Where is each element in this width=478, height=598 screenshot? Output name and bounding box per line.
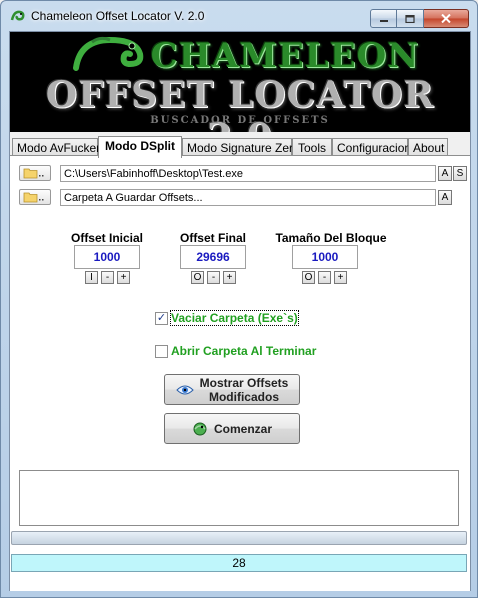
mostrar-offsets-label: Mostrar Offsets Modificados [200,376,289,404]
file-s-button[interactable]: S [453,166,467,181]
offset-inicial-i-button[interactable]: I [85,271,98,284]
comenzar-label: Comenzar [213,421,272,436]
minimize-icon [379,19,388,22]
close-button[interactable] [424,9,469,28]
tamano-bloque-label: Tamaño Del Bloque [275,231,387,245]
browse-folder-button[interactable] [19,189,51,205]
eye-icon [175,385,194,394]
folder-icon [23,168,44,179]
offset-final-input[interactable]: 29696 [180,245,246,269]
mostrar-offsets-button[interactable]: Mostrar Offsets Modificados [164,374,300,405]
log-output-area[interactable] [19,470,459,526]
app-window: Chameleon Offset Locator V. 2.0 CHAMELEO… [0,0,478,598]
file-path-field[interactable]: C:\Users\Fabinhoff\Desktop\Test.exe [60,165,436,182]
offset-inicial-minus-button[interactable]: - [101,271,114,284]
offset-inicial-plus-button[interactable]: + [117,271,130,284]
folder-icon [23,192,44,203]
maximize-icon [405,14,415,23]
offset-final-minus-button[interactable]: - [207,271,220,284]
progress-bar [11,531,467,545]
abrir-carpeta-option[interactable]: Abrir Carpeta Al Terminar [155,344,316,358]
offset-final-label: Offset Final [179,231,246,245]
offset-inicial-label: Offset Inicial [70,231,144,245]
banner-title-line1: CHAMELEON [150,36,420,76]
status-counter: 28 [11,554,467,572]
offset-final-plus-button[interactable]: + [223,271,236,284]
folder-a-button[interactable]: A [438,190,452,205]
dsplit-panel: C:\Users\Fabinhoff\Desktop\Test.exe A S … [10,155,470,591]
banner-subtitle: BUSCADOR DE OFFSETS [150,115,330,126]
close-icon [441,14,451,23]
offset-inicial-input[interactable]: 1000 [74,245,140,269]
abrir-carpeta-checkbox[interactable] [155,344,168,358]
tab-modo-dsplit[interactable]: Modo DSplit [98,136,182,158]
vaciar-carpeta-option[interactable]: ✓ Vaciar Carpeta (Exe`s) [155,310,299,326]
window-title: Chameleon Offset Locator V. 2.0 [31,9,205,23]
tamano-bloque-o-button[interactable]: O [302,271,315,284]
tamano-bloque-plus-button[interactable]: + [334,271,347,284]
vaciar-carpeta-checkbox[interactable]: ✓ [155,311,168,325]
abrir-carpeta-label[interactable]: Abrir Carpeta Al Terminar [171,344,316,358]
tamano-bloque-minus-button[interactable]: - [318,271,331,284]
file-a-button[interactable]: A [438,166,452,181]
offset-final-o-button[interactable]: O [191,271,204,284]
browse-file-button[interactable] [19,165,51,181]
client-area: CHAMELEON OFFSET LOCATOR 2.0 BUSCADOR DE… [9,31,471,591]
chameleon-icon [193,422,207,435]
comenzar-button[interactable]: Comenzar [164,413,300,444]
mode-tabs: Modo AvFucker Modo DSplit Modo Signature… [10,136,470,158]
maximize-button[interactable] [397,9,424,28]
mostrar-offsets-line2: Modificados [208,389,279,404]
header-banner: CHAMELEON OFFSET LOCATOR 2.0 BUSCADOR DE… [10,32,470,132]
mostrar-offsets-line1: Mostrar Offsets [199,375,289,390]
output-folder-field[interactable]: Carpeta A Guardar Offsets... [60,189,436,206]
chameleon-app-icon [10,10,25,21]
title-bar[interactable]: Chameleon Offset Locator V. 2.0 [1,1,477,31]
tamano-bloque-input[interactable]: 1000 [292,245,358,269]
minimize-button[interactable] [370,9,397,28]
vaciar-carpeta-label[interactable]: Vaciar Carpeta (Exe`s) [170,310,299,326]
